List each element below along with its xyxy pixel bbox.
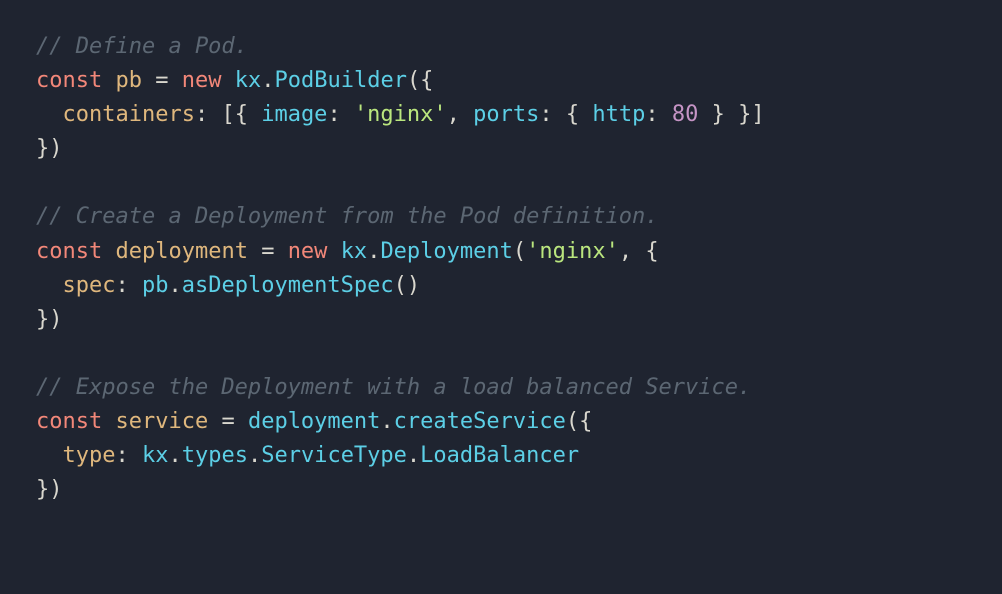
code-token-ident: pb [142, 273, 169, 298]
code-token-number: 80 [672, 102, 699, 127]
code-token-ident: LoadBalancer [420, 443, 579, 468]
code-token-punct: }) [36, 477, 63, 502]
code-token-varname: pb [115, 68, 142, 93]
code-token-ident: ports [473, 102, 539, 127]
code-token-punct: = [155, 68, 168, 93]
code-token-punct: = [261, 239, 274, 264]
code-token-comment: // Define a Pod. [36, 34, 248, 59]
code-token-ident: image [261, 102, 327, 127]
code-line: const deployment = new kx.Deployment('ng… [36, 239, 659, 264]
code-token-punct: [{ [221, 102, 248, 127]
code-token-plain [579, 102, 592, 127]
code-token-string: 'nginx' [354, 102, 447, 127]
code-line: // Expose the Deployment with a load bal… [36, 375, 751, 400]
code-token-punct: . [407, 443, 420, 468]
code-token-ident: kx [235, 68, 262, 93]
code-token-varname: service [115, 409, 208, 434]
code-token-punct: : [645, 102, 658, 127]
code-token-plain [248, 102, 261, 127]
code-token-punct: . [168, 273, 181, 298]
code-token-ident: ServiceType [261, 443, 407, 468]
code-token-punct: : [327, 102, 340, 127]
code-token-comment: // Expose the Deployment with a load bal… [36, 375, 751, 400]
code-token-plain [341, 102, 354, 127]
code-token-keyword: const [36, 68, 102, 93]
code-token-punct: , [447, 102, 460, 127]
code-token-ident: http [592, 102, 645, 127]
code-line: }) [36, 477, 63, 502]
code-token-punct: { [566, 102, 579, 127]
code-token-punct: . [261, 68, 274, 93]
code-token-punct: : [115, 443, 128, 468]
code-token-varname: spec [63, 273, 116, 298]
code-token-ident: deployment [248, 409, 380, 434]
code-token-string: 'nginx' [526, 239, 619, 264]
code-token-comment: // Create a Deployment from the Pod defi… [36, 204, 659, 229]
code-token-punct: . [168, 443, 181, 468]
code-token-plain [168, 68, 181, 93]
code-token-ident: asDeploymentSpec [182, 273, 394, 298]
code-token-varname: containers [63, 102, 195, 127]
code-token-keyword: const [36, 239, 102, 264]
code-token-ident: types [182, 443, 248, 468]
code-token-punct: ( [513, 239, 526, 264]
code-line: }) [36, 136, 63, 161]
code-token-punct: : [539, 102, 552, 127]
code-token-punct: : [115, 273, 128, 298]
code-token-punct: : [195, 102, 208, 127]
code-token-plain [129, 443, 142, 468]
code-token-punct: }) [36, 307, 63, 332]
code-token-ident: createService [394, 409, 566, 434]
code-token-plain [208, 102, 221, 127]
code-token-plain [698, 102, 711, 127]
code-token-plain [102, 409, 115, 434]
code-token-punct: = [221, 409, 234, 434]
code-block: // Define a Pod. const pb = new kx.PodBu… [36, 30, 966, 507]
code-token-plain [460, 102, 473, 127]
code-token-plain [235, 409, 248, 434]
code-token-ident: kx [142, 443, 169, 468]
code-token-ident: Deployment [380, 239, 512, 264]
code-token-plain [102, 239, 115, 264]
code-token-ident: kx [341, 239, 368, 264]
code-token-plain [129, 273, 142, 298]
code-token-plain [553, 102, 566, 127]
code-token-plain [248, 239, 261, 264]
code-line: const pb = new kx.PodBuilder({ [36, 68, 433, 93]
code-token-ident: PodBuilder [274, 68, 406, 93]
code-token-punct: ({ [566, 409, 593, 434]
code-token-plain [725, 102, 738, 127]
code-line: }) [36, 307, 63, 332]
code-token-plain [208, 409, 221, 434]
code-token-punct: { [645, 239, 658, 264]
code-token-plain [274, 239, 287, 264]
code-token-punct: . [248, 443, 261, 468]
code-token-varname: deployment [115, 239, 247, 264]
code-token-plain [327, 239, 340, 264]
code-token-keyword: const [36, 409, 102, 434]
code-token-plain [142, 68, 155, 93]
code-token-plain [102, 68, 115, 93]
code-token-punct: }] [738, 102, 765, 127]
code-token-keyword: new [288, 239, 328, 264]
code-token-plain [659, 102, 672, 127]
code-line: spec: pb.asDeploymentSpec() [36, 273, 420, 298]
code-token-punct: , [619, 239, 632, 264]
code-line: const service = deployment.createService… [36, 409, 592, 434]
code-token-punct: . [367, 239, 380, 264]
code-token-punct: . [380, 409, 393, 434]
code-token-punct: } [712, 102, 725, 127]
code-token-keyword: new [182, 68, 222, 93]
code-token-punct: () [394, 273, 421, 298]
code-line: // Create a Deployment from the Pod defi… [36, 204, 659, 229]
code-line: containers: [{ image: 'nginx', ports: { … [36, 102, 765, 127]
code-line: // Define a Pod. [36, 34, 248, 59]
code-token-plain [632, 239, 645, 264]
code-token-punct: }) [36, 136, 63, 161]
code-token-plain [221, 68, 234, 93]
code-line: type: kx.types.ServiceType.LoadBalancer [36, 443, 579, 468]
code-token-varname: type [63, 443, 116, 468]
code-token-punct: ({ [407, 68, 434, 93]
